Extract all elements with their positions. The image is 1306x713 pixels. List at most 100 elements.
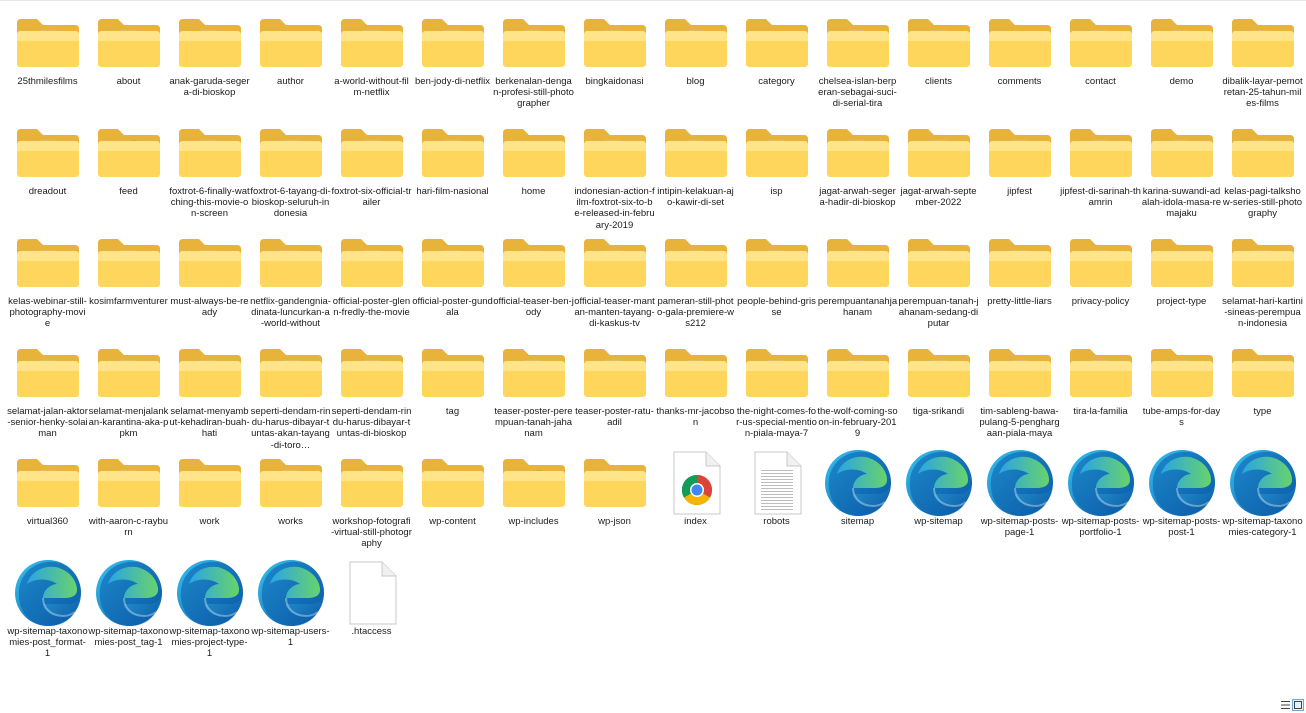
folder-with-document-icon <box>578 450 651 516</box>
file-item[interactable]: .htaccess <box>331 556 412 666</box>
file-item[interactable]: wp-json <box>574 446 655 556</box>
file-item[interactable]: virtual360 <box>7 446 88 556</box>
file-item[interactable]: foxtrot-six-official-trailer <box>331 116 412 226</box>
file-item[interactable]: selamat-hari-kartini-sineas-perempuan-in… <box>1222 226 1303 336</box>
file-item[interactable]: wp-sitemap-posts-page-1 <box>979 446 1060 556</box>
file-item[interactable]: hari-film-nasional <box>412 116 493 226</box>
file-item[interactable]: wp-sitemap-taxonomies-post_tag-1 <box>88 556 169 666</box>
edge-browser-file-icon <box>11 560 84 626</box>
file-item[interactable]: wp-sitemap-posts-portfolio-1 <box>1060 446 1141 556</box>
file-item[interactable]: teaser-poster-perempuan-tanah-jahanam <box>493 336 574 446</box>
file-item[interactable]: dreadout <box>7 116 88 226</box>
file-item[interactable]: project-type <box>1141 226 1222 336</box>
file-name-label: intipin-kelakuan-ajo-kawir-di-set <box>657 186 734 209</box>
file-name-label: selamat-menjalankan-karantina-aka-ppkm <box>88 406 169 440</box>
file-item[interactable]: type <box>1222 336 1303 446</box>
file-item[interactable]: chelsea-islan-berperan-sebagai-suci-di-s… <box>817 6 898 116</box>
file-item[interactable]: wp-sitemap-users-1 <box>250 556 331 666</box>
file-item[interactable]: kelas-pagi-talkshow-series-still-photogr… <box>1222 116 1303 226</box>
file-item[interactable]: intipin-kelakuan-ajo-kawir-di-set <box>655 116 736 226</box>
file-item[interactable]: people-behind-grisse <box>736 226 817 336</box>
file-item[interactable]: author <box>250 6 331 116</box>
file-item[interactable]: karina-suwandi-adalah-idola-masa-remajak… <box>1141 116 1222 226</box>
file-item[interactable]: selamat-jalan-aktor-senior-henky-solaima… <box>7 336 88 446</box>
file-item[interactable]: official-teaser-ben-jody <box>493 226 574 336</box>
file-item[interactable]: home <box>493 116 574 226</box>
file-item[interactable]: about <box>88 6 169 116</box>
file-item[interactable]: privacy-policy <box>1060 226 1141 336</box>
file-item[interactable]: wp-content <box>412 446 493 556</box>
folder-with-document-icon <box>983 340 1056 406</box>
file-item[interactable]: wp-sitemap-posts-post-1 <box>1141 446 1222 556</box>
file-item[interactable]: tim-sableng-bawa-pulang-5-penghargaan-pi… <box>979 336 1060 446</box>
folder-with-document-icon <box>416 120 489 186</box>
file-item[interactable]: jipfest <box>979 116 1060 226</box>
file-item[interactable]: with-aaron-c-rayburn <box>88 446 169 556</box>
folder-with-document-icon <box>740 340 813 406</box>
file-item[interactable]: thanks-mr-jacobson <box>655 336 736 446</box>
file-item[interactable]: index <box>655 446 736 556</box>
file-item[interactable]: foxtrot-6-tayang-di-bioskop-seluruh-indo… <box>250 116 331 226</box>
file-item[interactable]: jagat-arwah-september-2022 <box>898 116 979 226</box>
file-item[interactable]: dibalik-layar-pemotretan-25-tahun-miles-… <box>1222 6 1303 116</box>
file-item[interactable]: must-always-be-ready <box>169 226 250 336</box>
file-item[interactable]: jipfest-di-sarinah-thamrin <box>1060 116 1141 226</box>
file-item[interactable]: 25thmilesfilms <box>7 6 88 116</box>
file-name-label: tag <box>445 406 460 417</box>
file-item[interactable]: seperti-dendam-rindu-harus-dibayar-tunta… <box>331 336 412 446</box>
file-item[interactable]: the-night-comes-for-us-special-mention-p… <box>736 336 817 446</box>
file-name-label: bingkaidonasi <box>585 76 644 87</box>
file-item[interactable]: kelas-webinar-still-photography-movie <box>7 226 88 336</box>
file-item[interactable]: anak-garuda-segera-di-bioskop <box>169 6 250 116</box>
file-item[interactable]: demo <box>1141 6 1222 116</box>
file-item[interactable]: wp-sitemap <box>898 446 979 556</box>
file-item[interactable]: perempuan-tanah-jahanam-sedang-diputar <box>898 226 979 336</box>
file-item[interactable]: wp-sitemap-taxonomies-project-type-1 <box>169 556 250 666</box>
file-item[interactable]: pretty-little-liars <box>979 226 1060 336</box>
file-item[interactable]: pameran-still-photo-gala-premiere-ws212 <box>655 226 736 336</box>
file-item[interactable]: berkenalan-dengan-profesi-still-photogra… <box>493 6 574 116</box>
file-item[interactable]: comments <box>979 6 1060 116</box>
file-name-label: isp <box>770 186 783 197</box>
large-icons-view-icon[interactable] <box>1292 699 1304 711</box>
file-item[interactable]: netflix-gandengnia-dinata-luncurkan-a-wo… <box>250 226 331 336</box>
file-item[interactable]: tube-amps-for-days <box>1141 336 1222 446</box>
file-item[interactable]: jagat-arwah-segera-hadir-di-bioskop <box>817 116 898 226</box>
file-item[interactable]: workshop-fotografi-virtual-still-photogr… <box>331 446 412 556</box>
file-item[interactable]: tiga-srikandi <box>898 336 979 446</box>
file-item[interactable]: seperti-dendam-rindu-harus-dibayar-tunta… <box>250 336 331 451</box>
file-item[interactable]: indonesian-action-film-foxtrot-six-to-be… <box>574 116 655 231</box>
details-view-icon[interactable] <box>1280 700 1290 710</box>
file-item[interactable]: a-world-without-film-netflix <box>331 6 412 116</box>
file-item[interactable]: sitemap <box>817 446 898 556</box>
folder-with-document-icon <box>11 120 84 186</box>
file-item[interactable]: blog <box>655 6 736 116</box>
file-item[interactable]: tag <box>412 336 493 446</box>
file-item[interactable]: works <box>250 446 331 556</box>
file-item[interactable]: work <box>169 446 250 556</box>
file-item[interactable]: official-poster-glenn-fredly-the-movie <box>331 226 412 336</box>
file-item[interactable]: teaser-poster-ratu-adil <box>574 336 655 446</box>
folder-with-document-icon <box>821 230 894 296</box>
folder-with-document-icon <box>497 10 570 76</box>
file-item[interactable]: official-teaser-mantan-manten-tayang-di-… <box>574 226 655 336</box>
file-item[interactable]: wp-sitemap-taxonomies-category-1 <box>1222 446 1303 556</box>
file-item[interactable]: contact <box>1060 6 1141 116</box>
file-item[interactable]: clients <box>898 6 979 116</box>
file-item[interactable]: isp <box>736 116 817 226</box>
file-item[interactable]: perempuantanahjahanam <box>817 226 898 336</box>
file-item[interactable]: wp-includes <box>493 446 574 556</box>
file-item[interactable]: selamat-menjalankan-karantina-aka-ppkm <box>88 336 169 446</box>
file-item[interactable]: robots <box>736 446 817 556</box>
file-item[interactable]: foxtrot-6-finally-watching-this-movie-on… <box>169 116 250 226</box>
file-item[interactable]: the-wolf-coming-soon-in-february-2019 <box>817 336 898 446</box>
file-item[interactable]: bingkaidonasi <box>574 6 655 116</box>
file-item[interactable]: tira-la-familia <box>1060 336 1141 446</box>
file-item[interactable]: official-poster-gundala <box>412 226 493 336</box>
file-item[interactable]: feed <box>88 116 169 226</box>
file-item[interactable]: wp-sitemap-taxonomies-post_format-1 <box>7 556 88 666</box>
file-item[interactable]: kosimfarmventurer <box>88 226 169 336</box>
file-item[interactable]: ben-jody-di-netflix <box>412 6 493 116</box>
file-item[interactable]: selamat-menyambut-kehadiran-buah-hati <box>169 336 250 446</box>
file-item[interactable]: category <box>736 6 817 116</box>
